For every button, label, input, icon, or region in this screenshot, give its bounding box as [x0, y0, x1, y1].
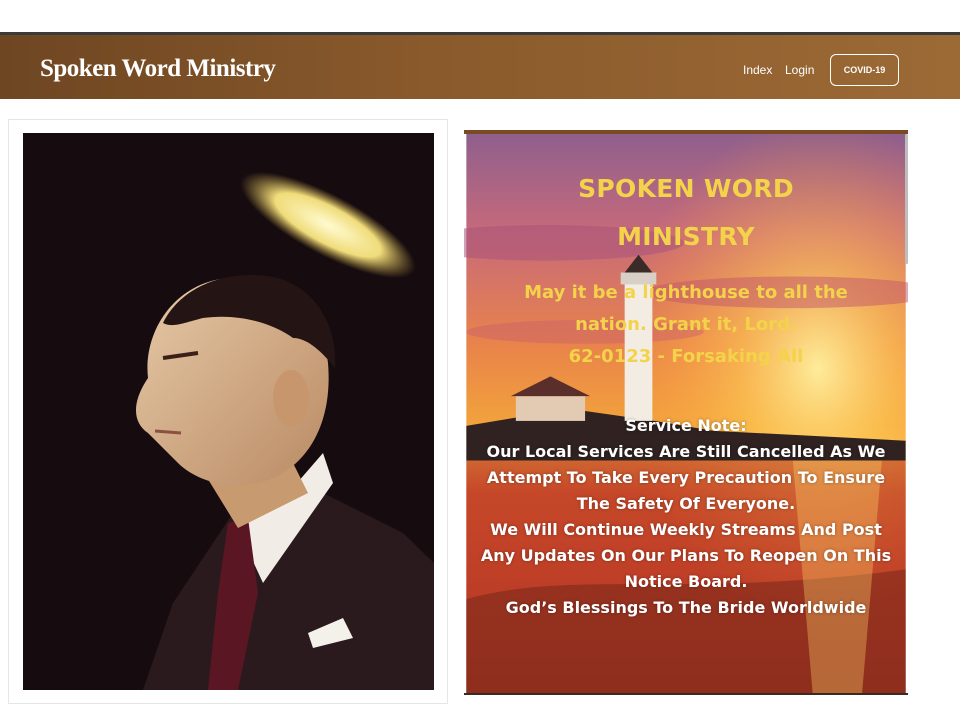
nav-link-login[interactable]: Login — [785, 63, 814, 77]
notice-body-line: Attempt To Take Every Precaution To Ensu… — [486, 468, 886, 487]
site-brand[interactable]: Spoken Word Ministry — [40, 55, 276, 83]
notice-subtitle-line-3: 62-0123 - Forsaking All — [568, 346, 804, 367]
service-note-heading: Service Note: — [625, 416, 747, 435]
notice-title-line-2: MINISTRY — [617, 222, 755, 251]
portrait-card — [8, 119, 448, 704]
top-strip — [0, 0, 960, 32]
notice-body-line: The Safety Of Everyone. — [576, 494, 796, 513]
navbar: Spoken Word Ministry Index Login COVID-1… — [0, 32, 960, 99]
nav-link-index[interactable]: Index — [743, 63, 772, 77]
covid-button[interactable]: COVID-19 — [830, 54, 899, 86]
notice-body-line: We Will Continue Weekly Streams And Post — [490, 520, 882, 539]
notice-subtitle-line-1: May it be a lighthouse to all the — [524, 282, 848, 303]
notice-title-line-1: SPOKEN WORD — [578, 174, 794, 203]
notice-body-line: God’s Blessings To The Bride Worldwide — [505, 598, 867, 617]
notice-board: SPOKEN WORD MINISTRY May it be a lightho… — [464, 130, 908, 695]
notice-subtitle-line-2: nation. Grant it, Lord. — [575, 314, 797, 335]
notice-body-line: Any Updates On Our Plans To Reopen On Th… — [480, 546, 892, 565]
notice-body-line: Notice Board. — [624, 572, 748, 591]
notice-scrollbar[interactable] — [905, 134, 908, 264]
notice-body-line: Our Local Services Are Still Cancelled A… — [486, 442, 886, 461]
portrait-image — [23, 133, 434, 690]
